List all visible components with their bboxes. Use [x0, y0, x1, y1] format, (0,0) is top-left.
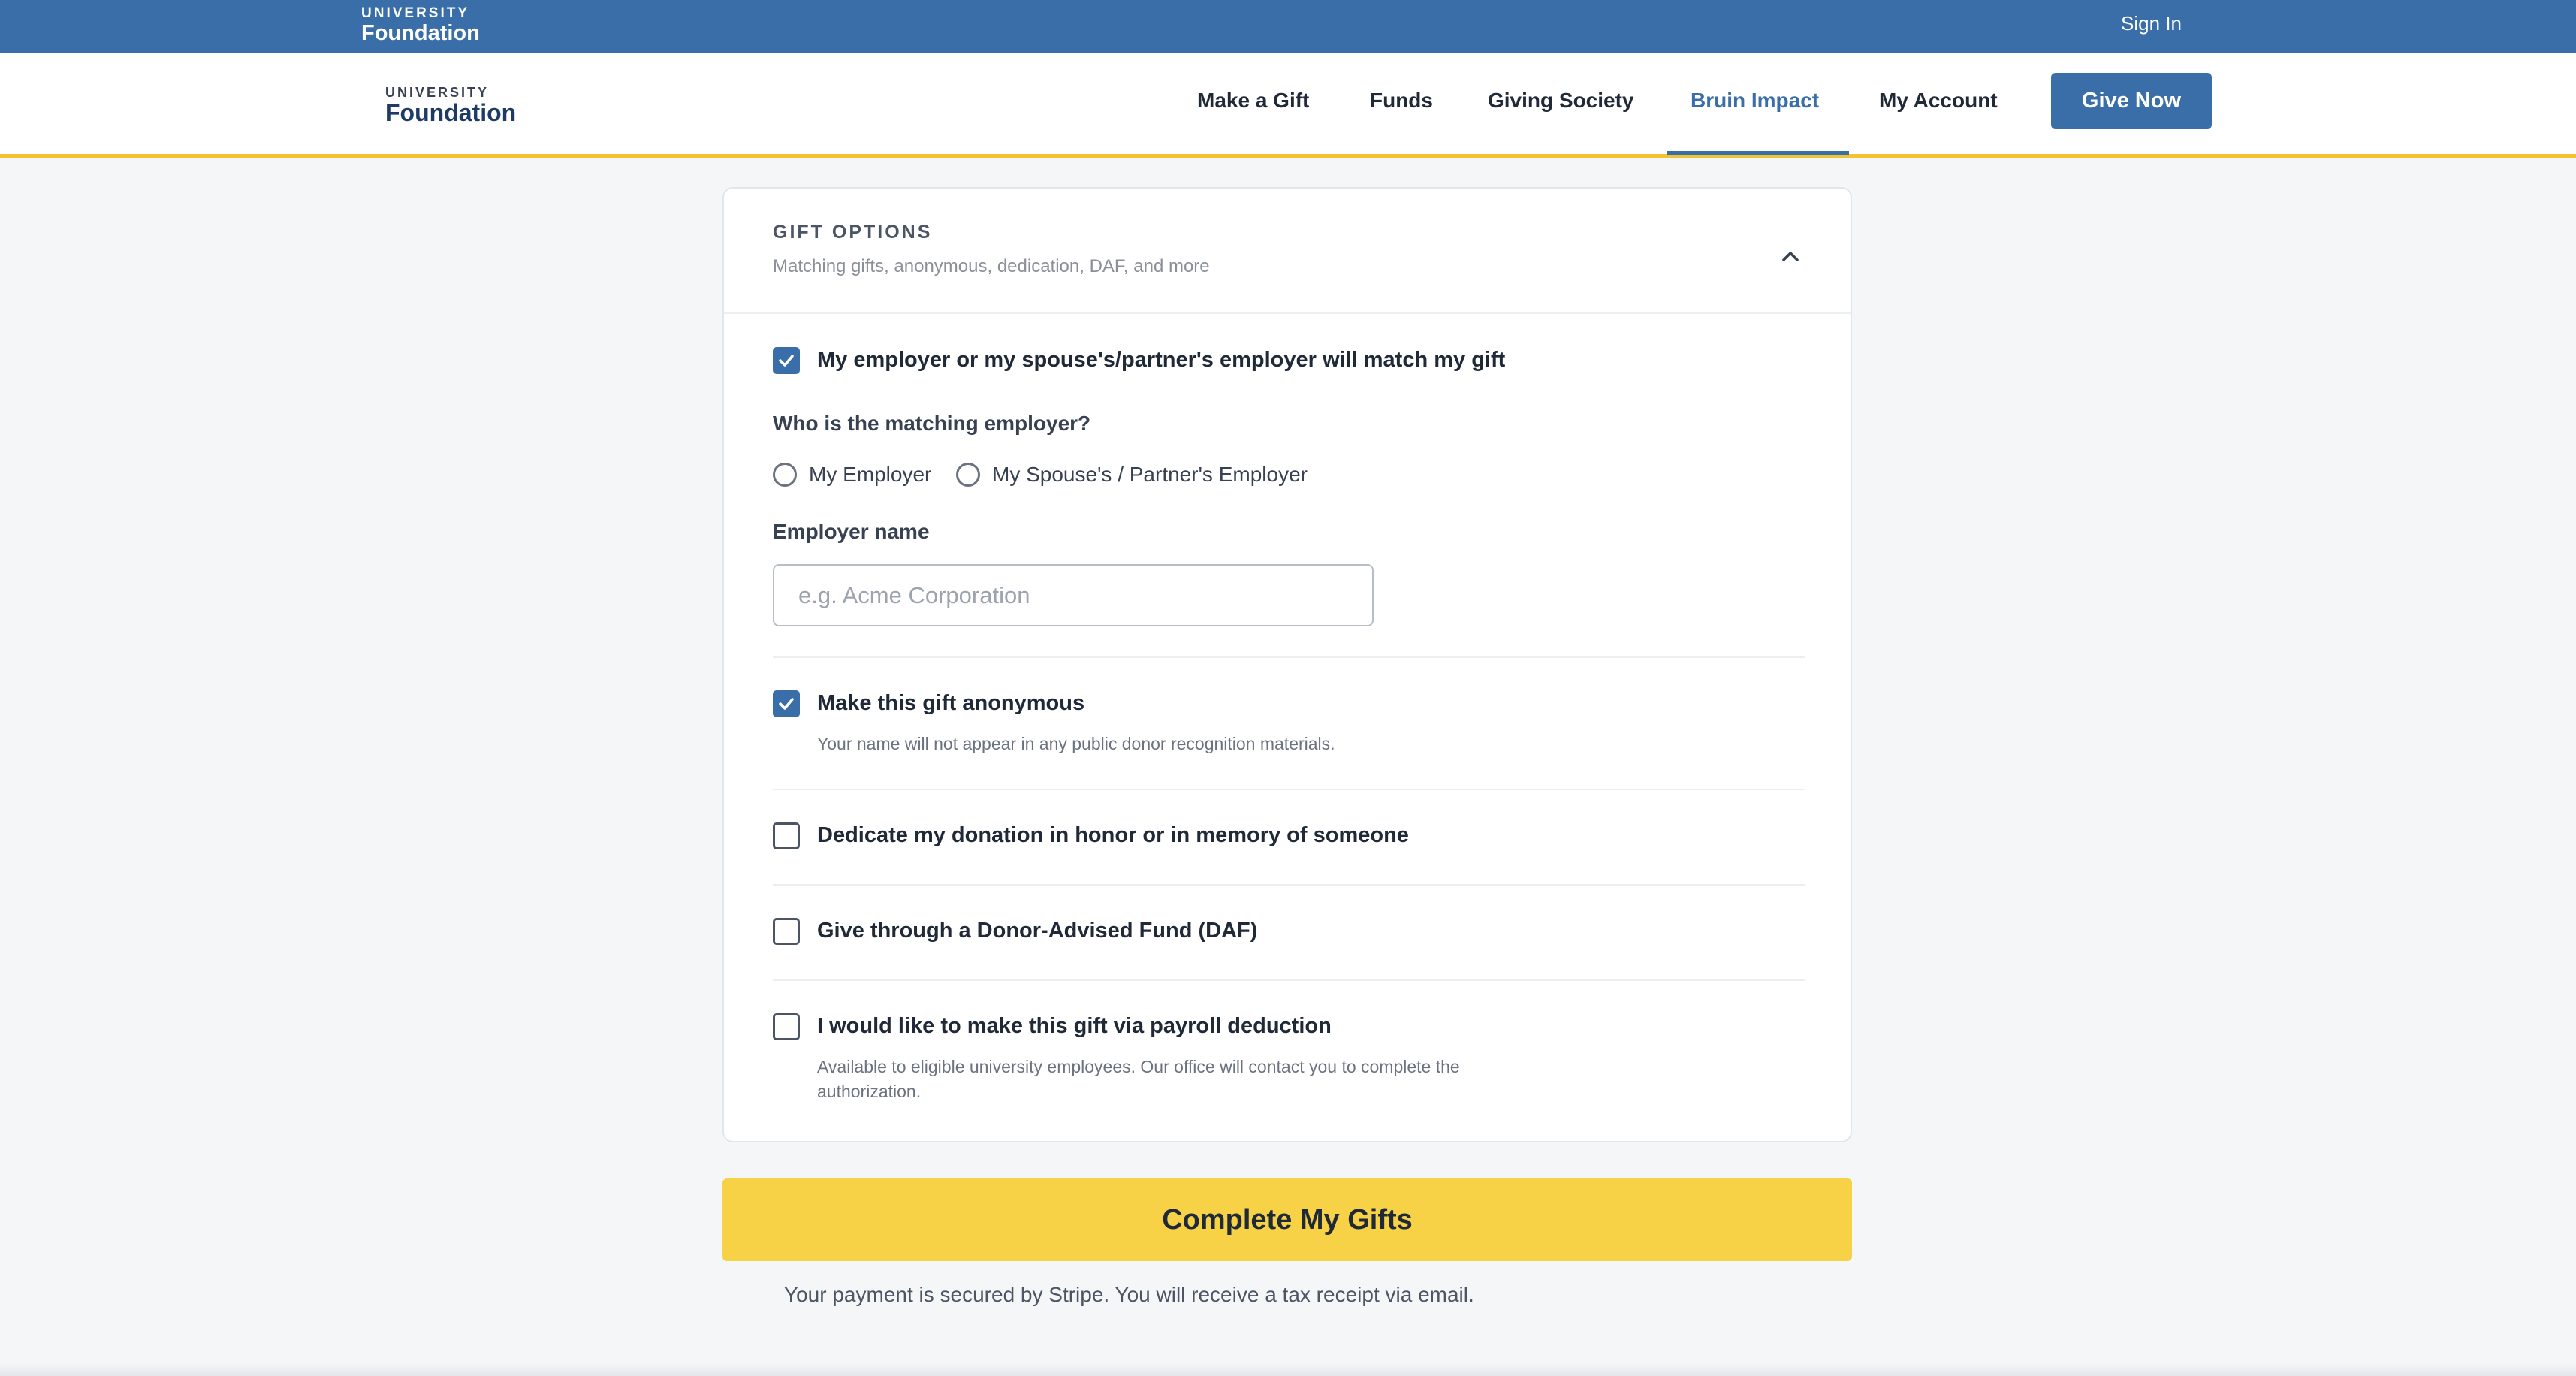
sign-in-link[interactable]: Sign In [2121, 12, 2182, 35]
utility-logo-big: Foundation [361, 21, 480, 45]
payroll-label[interactable]: I would like to make this gift via payro… [817, 1014, 1332, 1039]
daf-label[interactable]: Give through a Donor-Advised Fund (DAF) [817, 919, 1257, 943]
payroll-checkbox[interactable] [773, 1013, 800, 1040]
gift-options-header[interactable]: GIFT OPTIONS Matching gifts, anonymous, … [724, 189, 1851, 314]
payroll-help-text-line1: Available to eligible university employe… [817, 1057, 1460, 1076]
dedicate-checkbox[interactable] [773, 822, 800, 849]
radio-spouse-employer-label[interactable]: My Spouse's / Partner's Employer [992, 463, 1308, 487]
bottom-shade [0, 1363, 2576, 1376]
divider [773, 789, 1805, 790]
radio-my-employer-label[interactable]: My Employer [809, 463, 931, 487]
nav-active-indicator [1667, 151, 1849, 155]
give-now-button[interactable]: Give Now [2051, 73, 2212, 129]
matching-employer-question: Who is the matching employer? [773, 412, 1091, 435]
main-nav: UNIVERSITY Foundation Make a Gift Funds … [0, 53, 2576, 158]
nav-link-make-a-gift[interactable]: Make a Gift [1197, 89, 1309, 113]
complete-my-gifts-button[interactable]: Complete My Gifts [722, 1178, 1852, 1261]
checkmark-icon [779, 355, 794, 367]
matching-gift-label[interactable]: My employer or my spouse's/partner's emp… [817, 348, 1505, 373]
radio-my-employer[interactable] [773, 463, 797, 487]
nav-link-my-account[interactable]: My Account [1879, 89, 1998, 113]
employer-name-label: Employer name [773, 520, 930, 543]
employer-name-input[interactable] [773, 564, 1374, 626]
gift-options-title: GIFT OPTIONS [773, 222, 933, 243]
nav-logo-small: UNIVERSITY [385, 85, 490, 100]
divider [773, 884, 1805, 886]
payroll-help-text-line2: authorization. [817, 1082, 922, 1101]
nav-link-funds[interactable]: Funds [1370, 89, 1433, 113]
divider [773, 656, 1805, 658]
gift-options-card: GIFT OPTIONS Matching gifts, anonymous, … [722, 187, 1852, 1142]
anonymous-checkbox[interactable] [773, 690, 800, 717]
nav-logo[interactable]: UNIVERSITY Foundation [385, 85, 516, 125]
chevron-up-icon[interactable] [1775, 241, 1805, 271]
nav-link-bruin-impact[interactable]: Bruin Impact [1691, 89, 1819, 113]
divider [773, 979, 1805, 981]
gift-options-subtitle: Matching gifts, anonymous, dedication, D… [773, 256, 1210, 276]
utility-logo-small: UNIVERSITY [361, 5, 470, 21]
payment-security-note: Your payment is secured by Stripe. You w… [784, 1283, 1474, 1306]
utility-logo[interactable]: UNIVERSITY Foundation [361, 5, 480, 46]
radio-spouse-employer[interactable] [956, 463, 980, 487]
checkmark-icon [779, 698, 794, 710]
utility-bar: UNIVERSITY Foundation Sign In [0, 0, 2576, 53]
anonymous-help-text: Your name will not appear in any public … [817, 734, 1335, 753]
nav-link-giving-society[interactable]: Giving Society [1488, 89, 1634, 113]
matching-gift-checkbox[interactable] [773, 347, 800, 374]
anonymous-label[interactable]: Make this gift anonymous [817, 691, 1084, 716]
dedicate-label[interactable]: Dedicate my donation in honor or in memo… [817, 823, 1409, 848]
daf-checkbox[interactable] [773, 918, 800, 945]
nav-logo-big: Foundation [385, 99, 517, 126]
